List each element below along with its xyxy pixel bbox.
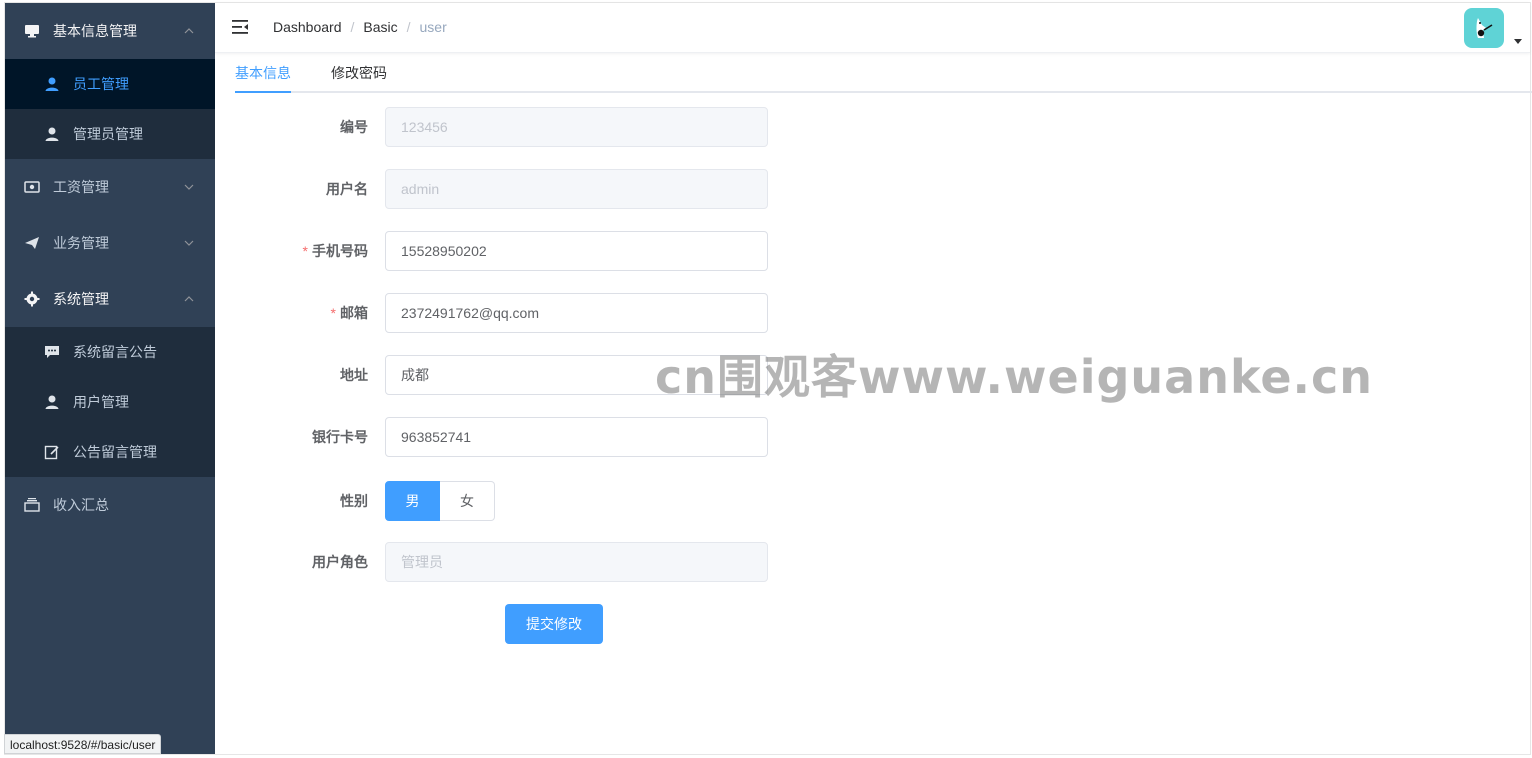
navbar: Dashboard / Basic / user xyxy=(215,3,1530,53)
menu-income[interactable]: 收入汇总 xyxy=(5,477,215,533)
form-row-gender: 性别 男 女 xyxy=(215,481,815,521)
breadcrumb-dashboard[interactable]: Dashboard xyxy=(273,19,342,35)
monitor-icon xyxy=(23,22,41,40)
breadcrumb-separator: / xyxy=(350,19,355,35)
breadcrumb-separator: / xyxy=(406,19,411,35)
menu-label: 基本信息管理 xyxy=(53,23,137,39)
sidebar-item-label: 管理员管理 xyxy=(73,126,143,142)
sidebar-item-notice-manage[interactable]: 公告留言管理 xyxy=(5,427,215,477)
phone-label: * 手机号码 xyxy=(302,243,368,259)
gear-icon xyxy=(23,290,41,308)
breadcrumb-basic[interactable]: Basic xyxy=(363,19,397,35)
form-row-bank-card: 银行卡号 xyxy=(215,417,815,457)
sidebar-item-label: 员工管理 xyxy=(73,76,129,92)
form-row-phone: * 手机号码 xyxy=(215,231,815,271)
email-field[interactable] xyxy=(385,293,768,333)
menu-label: 业务管理 xyxy=(53,235,109,251)
message-icon xyxy=(43,343,61,361)
sidebar-item-system-notice[interactable]: 系统留言公告 xyxy=(5,327,215,377)
gender-radio-group: 男 女 xyxy=(385,481,495,521)
menu-salary[interactable]: 工资管理 xyxy=(5,159,215,215)
menu-label: 系统管理 xyxy=(53,291,109,307)
submenu-system: 系统留言公告 用户管理 公告留言管理 xyxy=(5,327,215,477)
chevron-up-icon xyxy=(184,28,194,34)
tab-basic-info[interactable]: 基本信息 xyxy=(235,53,291,93)
hamburger-icon[interactable] xyxy=(231,18,249,36)
main-area: Dashboard / Basic / user 基本信息 修改密码 编号 12… xyxy=(215,3,1532,754)
form-row-email: * 邮箱 xyxy=(215,293,815,333)
submenu-basic-info: 员工管理 管理员管理 xyxy=(5,59,215,159)
gender-label: 性别 xyxy=(340,493,368,509)
sidebar: 基本信息管理 员工管理 管理员管理 工资管理 业务管理 系统管理 系统留言公告 … xyxy=(5,3,215,754)
address-label: 地址 xyxy=(340,367,368,383)
bank-card-label: 银行卡号 xyxy=(312,429,368,445)
role-field xyxy=(385,542,768,582)
chevron-down-icon xyxy=(184,240,194,246)
avatar[interactable] xyxy=(1464,8,1504,48)
username-label: 用户名 xyxy=(326,181,368,197)
menu-label: 工资管理 xyxy=(53,179,109,195)
edit-icon xyxy=(43,443,61,461)
chevron-up-icon xyxy=(184,296,194,302)
sidebar-item-label: 公告留言管理 xyxy=(73,444,157,460)
breadcrumb-current: user xyxy=(419,19,447,35)
required-mark: * xyxy=(302,243,308,259)
submit-button[interactable]: 提交修改 xyxy=(505,604,603,644)
id-label: 编号 xyxy=(340,119,368,135)
tray-icon xyxy=(23,496,41,514)
app-frame: 基本信息管理 员工管理 管理员管理 工资管理 业务管理 系统管理 系统留言公告 … xyxy=(4,2,1532,755)
user-icon xyxy=(43,393,61,411)
form-row-address: 地址 xyxy=(215,355,815,395)
address-field[interactable] xyxy=(385,355,768,395)
caret-down-icon[interactable] xyxy=(1514,39,1522,44)
phone-field[interactable] xyxy=(385,231,768,271)
sidebar-item-admin[interactable]: 管理员管理 xyxy=(5,109,215,159)
paper-plane-icon xyxy=(23,234,41,252)
form-row-id: 编号 xyxy=(215,107,815,147)
sidebar-item-employee[interactable]: 员工管理 xyxy=(5,59,215,109)
menu-basic-info[interactable]: 基本信息管理 xyxy=(5,3,215,59)
chevron-down-icon xyxy=(184,184,194,190)
gender-female-radio[interactable]: 女 xyxy=(440,481,495,521)
sidebar-item-user-manage[interactable]: 用户管理 xyxy=(5,377,215,427)
sidebar-item-label: 系统留言公告 xyxy=(73,344,157,360)
gender-male-radio[interactable]: 男 xyxy=(385,481,440,521)
required-mark: * xyxy=(330,305,336,321)
tabs: 基本信息 修改密码 xyxy=(235,53,1532,93)
form-row-username: 用户名 xyxy=(215,169,815,209)
tab-change-password[interactable]: 修改密码 xyxy=(331,53,387,93)
username-field xyxy=(385,169,768,209)
breadcrumb: Dashboard / Basic / user xyxy=(273,19,447,35)
menu-business[interactable]: 业务管理 xyxy=(5,215,215,271)
menu-system[interactable]: 系统管理 xyxy=(5,271,215,327)
sidebar-item-label: 用户管理 xyxy=(73,394,129,410)
user-icon xyxy=(43,75,61,93)
email-label: * 邮箱 xyxy=(330,305,368,321)
id-field xyxy=(385,107,768,147)
status-url: localhost:9528/#/basic/user xyxy=(4,734,162,754)
bank-card-field[interactable] xyxy=(385,417,768,457)
role-label: 用户角色 xyxy=(312,554,368,570)
user-menu[interactable] xyxy=(1464,8,1522,48)
money-icon xyxy=(23,178,41,196)
menu-label: 收入汇总 xyxy=(53,497,109,513)
user-icon xyxy=(43,125,61,143)
tab-active-indicator xyxy=(235,91,291,93)
form-row-role: 用户角色 xyxy=(215,542,815,582)
